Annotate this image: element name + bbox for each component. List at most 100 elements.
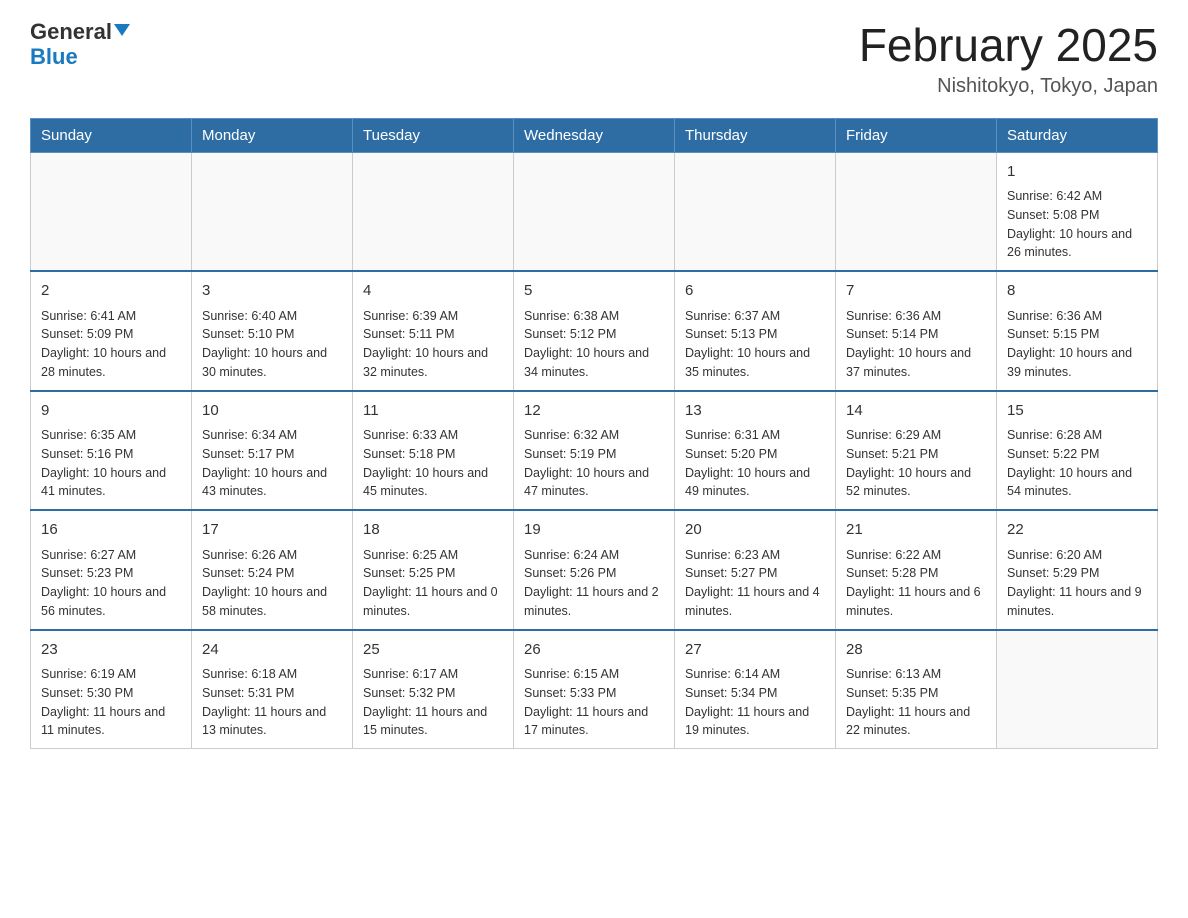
title-area: February 2025 Nishitokyo, Tokyo, Japan	[859, 20, 1158, 98]
day-number: 26	[524, 639, 664, 662]
sun-info: Sunrise: 6:40 AMSunset: 5:10 PMDaylight:…	[202, 307, 342, 382]
calendar-cell: 20 Sunrise: 6:23 AMSunset: 5:27 PMDayligh…	[675, 510, 836, 630]
day-number: 27	[685, 639, 825, 662]
calendar-cell: 5 Sunrise: 6:38 AMSunset: 5:12 PMDaylight…	[514, 271, 675, 391]
sun-info: Sunrise: 6:26 AMSunset: 5:24 PMDaylight:…	[202, 546, 342, 621]
calendar-cell	[675, 152, 836, 271]
day-number: 10	[202, 400, 342, 423]
calendar-cell: 3 Sunrise: 6:40 AMSunset: 5:10 PMDaylight…	[192, 271, 353, 391]
col-tuesday: Tuesday	[353, 118, 514, 152]
col-saturday: Saturday	[997, 118, 1158, 152]
calendar-cell: 28 Sunrise: 6:13 AMSunset: 5:35 PMDayligh…	[836, 630, 997, 749]
logo: General Blue	[30, 20, 130, 70]
calendar-cell: 22 Sunrise: 6:20 AMSunset: 5:29 PMDayligh…	[997, 510, 1158, 630]
day-number: 22	[1007, 519, 1147, 542]
day-number: 12	[524, 400, 664, 423]
sun-info: Sunrise: 6:35 AMSunset: 5:16 PMDaylight:…	[41, 426, 181, 501]
day-number: 19	[524, 519, 664, 542]
day-number: 15	[1007, 400, 1147, 423]
day-number: 20	[685, 519, 825, 542]
sun-info: Sunrise: 6:17 AMSunset: 5:32 PMDaylight:…	[363, 665, 503, 740]
day-number: 14	[846, 400, 986, 423]
calendar-cell: 15 Sunrise: 6:28 AMSunset: 5:22 PMDayligh…	[997, 391, 1158, 511]
sun-info: Sunrise: 6:24 AMSunset: 5:26 PMDaylight:…	[524, 546, 664, 621]
calendar-cell: 16Sunrise: 6:27 AMSunset: 5:23 PMDayligh…	[31, 510, 192, 630]
calendar-cell: 27 Sunrise: 6:14 AMSunset: 5:34 PMDayligh…	[675, 630, 836, 749]
day-number: 17	[202, 519, 342, 542]
day-number: 7	[846, 280, 986, 303]
sun-info: Sunrise: 6:39 AMSunset: 5:11 PMDaylight:…	[363, 307, 503, 382]
day-number: 4	[363, 280, 503, 303]
calendar-cell: 18 Sunrise: 6:25 AMSunset: 5:25 PMDayligh…	[353, 510, 514, 630]
logo-blue-text: Blue	[30, 44, 78, 69]
calendar-cell: 26 Sunrise: 6:15 AMSunset: 5:33 PMDayligh…	[514, 630, 675, 749]
calendar-cell: 13 Sunrise: 6:31 AMSunset: 5:20 PMDayligh…	[675, 391, 836, 511]
sun-info: Sunrise: 6:36 AMSunset: 5:15 PMDaylight:…	[1007, 307, 1147, 382]
sun-info: Sunrise: 6:37 AMSunset: 5:13 PMDaylight:…	[685, 307, 825, 382]
calendar-week-2: 2 Sunrise: 6:41 AMSunset: 5:09 PMDaylight…	[31, 271, 1158, 391]
calendar-cell: 2 Sunrise: 6:41 AMSunset: 5:09 PMDaylight…	[31, 271, 192, 391]
calendar-body: 1 Sunrise: 6:42 AMSunset: 5:08 PMDaylight…	[31, 152, 1158, 749]
calendar-cell: 17 Sunrise: 6:26 AMSunset: 5:24 PMDayligh…	[192, 510, 353, 630]
calendar-cell: 7 Sunrise: 6:36 AMSunset: 5:14 PMDaylight…	[836, 271, 997, 391]
day-number: 5	[524, 280, 664, 303]
sun-info: Sunrise: 6:22 AMSunset: 5:28 PMDaylight:…	[846, 546, 986, 621]
calendar-week-5: 23Sunrise: 6:19 AMSunset: 5:30 PMDayligh…	[31, 630, 1158, 749]
calendar-cell: 25 Sunrise: 6:17 AMSunset: 5:32 PMDayligh…	[353, 630, 514, 749]
sun-info: Sunrise: 6:29 AMSunset: 5:21 PMDaylight:…	[846, 426, 986, 501]
calendar-cell: 19 Sunrise: 6:24 AMSunset: 5:26 PMDayligh…	[514, 510, 675, 630]
calendar-cell: 6 Sunrise: 6:37 AMSunset: 5:13 PMDaylight…	[675, 271, 836, 391]
day-number: 28	[846, 639, 986, 662]
page-header: General Blue February 2025 Nishitokyo, T…	[30, 20, 1158, 98]
sun-info: Sunrise: 6:33 AMSunset: 5:18 PMDaylight:…	[363, 426, 503, 501]
sun-info: Sunrise: 6:25 AMSunset: 5:25 PMDaylight:…	[363, 546, 503, 621]
day-number: 16	[41, 519, 181, 542]
sun-info: Sunrise: 6:20 AMSunset: 5:29 PMDaylight:…	[1007, 546, 1147, 621]
day-number: 1	[1007, 161, 1147, 184]
sun-info: Sunrise: 6:38 AMSunset: 5:12 PMDaylight:…	[524, 307, 664, 382]
day-number: 18	[363, 519, 503, 542]
col-monday: Monday	[192, 118, 353, 152]
calendar-table: Sunday Monday Tuesday Wednesday Thursday…	[30, 118, 1158, 750]
calendar-cell	[31, 152, 192, 271]
calendar-cell: 21 Sunrise: 6:22 AMSunset: 5:28 PMDayligh…	[836, 510, 997, 630]
day-number: 13	[685, 400, 825, 423]
calendar-cell	[353, 152, 514, 271]
calendar-cell: 1 Sunrise: 6:42 AMSunset: 5:08 PMDaylight…	[997, 152, 1158, 271]
sun-info: Sunrise: 6:31 AMSunset: 5:20 PMDaylight:…	[685, 426, 825, 501]
sun-info: Sunrise: 6:28 AMSunset: 5:22 PMDaylight:…	[1007, 426, 1147, 501]
day-number: 11	[363, 400, 503, 423]
day-number: 21	[846, 519, 986, 542]
calendar-cell: 14 Sunrise: 6:29 AMSunset: 5:21 PMDayligh…	[836, 391, 997, 511]
day-number: 23	[41, 639, 181, 662]
calendar-cell	[997, 630, 1158, 749]
sun-info: Sunrise: 6:36 AMSunset: 5:14 PMDaylight:…	[846, 307, 986, 382]
sun-info: Sunrise: 6:14 AMSunset: 5:34 PMDaylight:…	[685, 665, 825, 740]
calendar-week-4: 16Sunrise: 6:27 AMSunset: 5:23 PMDayligh…	[31, 510, 1158, 630]
sun-info: Sunrise: 6:18 AMSunset: 5:31 PMDaylight:…	[202, 665, 342, 740]
day-number: 25	[363, 639, 503, 662]
day-number: 3	[202, 280, 342, 303]
calendar-cell: 23Sunrise: 6:19 AMSunset: 5:30 PMDayligh…	[31, 630, 192, 749]
location-text: Nishitokyo, Tokyo, Japan	[859, 75, 1158, 98]
calendar-cell: 8Sunrise: 6:36 AMSunset: 5:15 PMDaylight…	[997, 271, 1158, 391]
day-number: 9	[41, 400, 181, 423]
sun-info: Sunrise: 6:41 AMSunset: 5:09 PMDaylight:…	[41, 307, 181, 382]
calendar-cell	[514, 152, 675, 271]
calendar-week-3: 9 Sunrise: 6:35 AMSunset: 5:16 PMDaylight…	[31, 391, 1158, 511]
calendar-cell: 24 Sunrise: 6:18 AMSunset: 5:31 PMDayligh…	[192, 630, 353, 749]
sun-info: Sunrise: 6:13 AMSunset: 5:35 PMDaylight:…	[846, 665, 986, 740]
logo-general-text: General	[30, 20, 112, 44]
col-wednesday: Wednesday	[514, 118, 675, 152]
col-sunday: Sunday	[31, 118, 192, 152]
day-number: 6	[685, 280, 825, 303]
calendar-cell	[192, 152, 353, 271]
calendar-cell: 12Sunrise: 6:32 AMSunset: 5:19 PMDayligh…	[514, 391, 675, 511]
sun-info: Sunrise: 6:23 AMSunset: 5:27 PMDaylight:…	[685, 546, 825, 621]
day-number: 2	[41, 280, 181, 303]
sun-info: Sunrise: 6:34 AMSunset: 5:17 PMDaylight:…	[202, 426, 342, 501]
calendar-cell: 10 Sunrise: 6:34 AMSunset: 5:17 PMDayligh…	[192, 391, 353, 511]
day-number: 24	[202, 639, 342, 662]
sun-info: Sunrise: 6:42 AMSunset: 5:08 PMDaylight:…	[1007, 187, 1147, 262]
sun-info: Sunrise: 6:15 AMSunset: 5:33 PMDaylight:…	[524, 665, 664, 740]
